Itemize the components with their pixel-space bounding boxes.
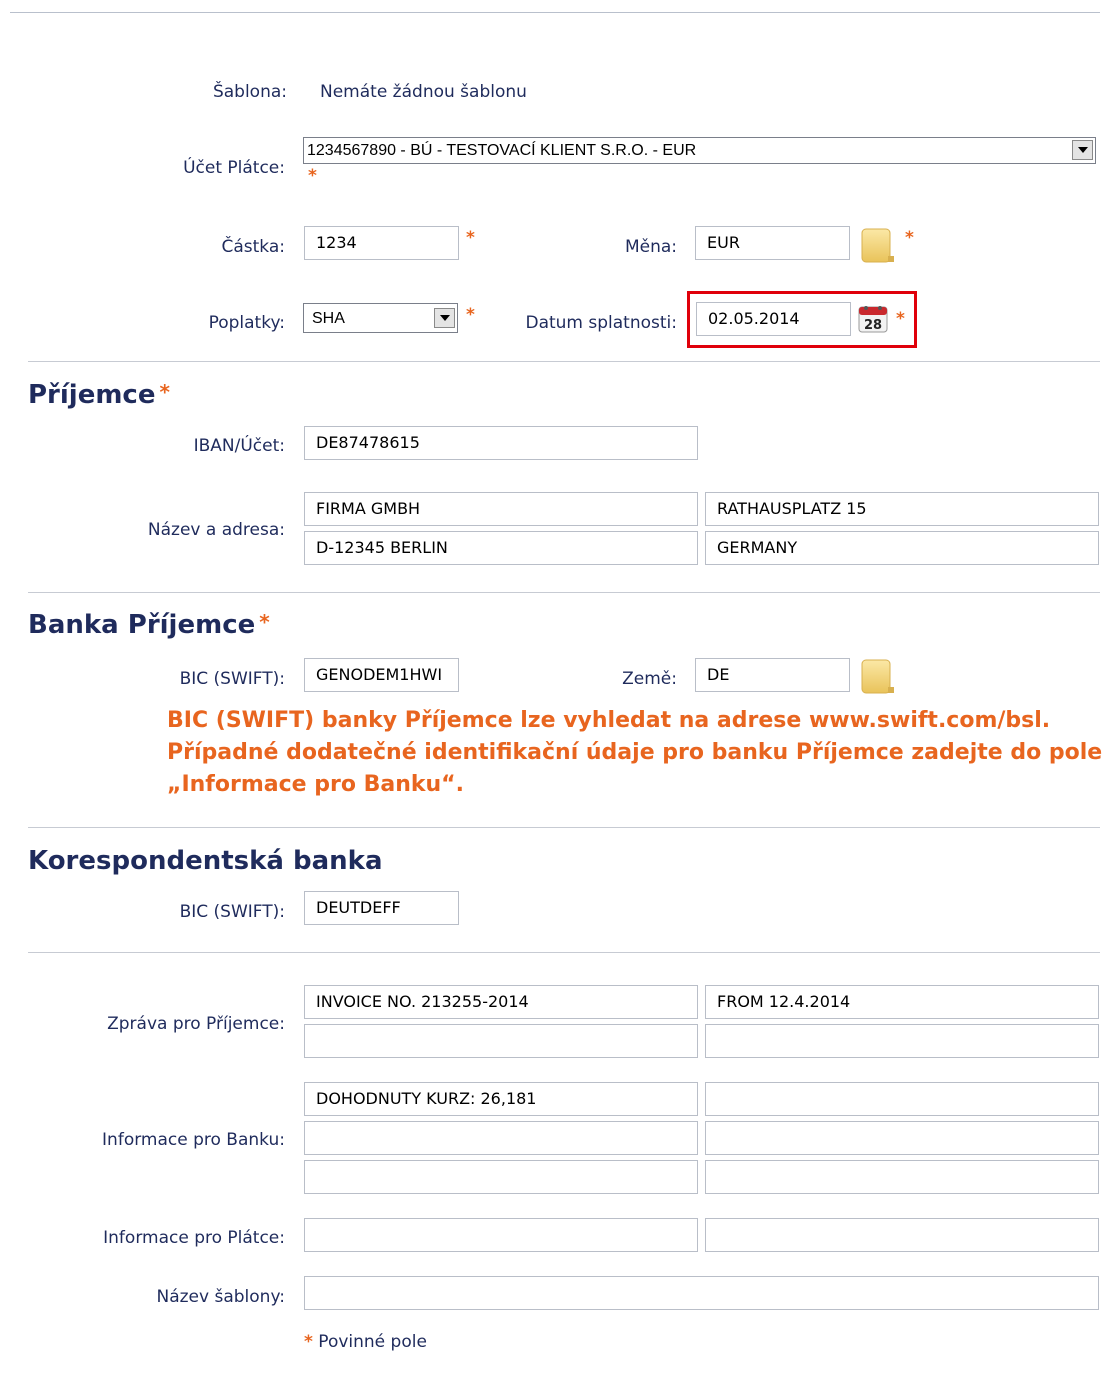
payer-account-selected: 1234567890 - BÚ - TESTOVACÍ KLIENT S.R.O… <box>307 142 697 159</box>
recipient-heading: Příjemce * <box>28 380 170 410</box>
template-name-label: Název šablony: <box>156 1287 286 1307</box>
chevron-down-icon[interactable] <box>434 308 455 328</box>
template-value: Nemáte žádnou šablonu <box>320 82 527 102</box>
bank-info-input-3b[interactable] <box>705 1160 1099 1194</box>
bic-note-line3: „Informace pro Banku“. <box>167 772 464 797</box>
recipient-bic-input[interactable]: GENODEM1HWI <box>304 658 459 692</box>
payer-info-label: Informace pro Plátce: <box>103 1228 285 1248</box>
recipient-message-label: Zpráva pro Příjemce: <box>107 1014 285 1034</box>
payer-info-input-a[interactable] <box>304 1218 698 1252</box>
recipient-message-input-1a[interactable]: INVOICE NO. 213255-2014 <box>304 985 698 1019</box>
name-address-label: Název a adresa: <box>147 520 285 540</box>
due-date-label: Datum splatnosti: <box>525 313 677 333</box>
recipient-name-input[interactable]: FIRMA GMBH <box>304 492 698 526</box>
fees-selected: SHA <box>312 310 345 327</box>
recipient-bank-heading: Banka Příjemce * <box>28 610 270 640</box>
iban-label: IBAN/Účet: <box>193 436 285 456</box>
currency-input[interactable]: EUR <box>695 226 850 260</box>
bank-info-input-1a[interactable]: DOHODNUTY KURZ: 26,181 <box>304 1082 698 1116</box>
folder-icon[interactable] <box>860 657 896 695</box>
required-note: * Povinné pole <box>304 1332 427 1352</box>
divider <box>28 592 1100 593</box>
recipient-message-input-2b[interactable] <box>705 1024 1099 1058</box>
bic-note: BIC (SWIFT) banky Příjemce lze vyhledat … <box>167 705 1102 801</box>
iban-input[interactable]: DE87478615 <box>304 426 698 460</box>
required-mark: * <box>896 309 905 329</box>
bic-note-line2: Případné dodatečné identifikační údaje p… <box>167 740 1103 765</box>
amount-input[interactable]: 1234 <box>304 226 459 260</box>
template-label: Šablona: <box>212 82 287 102</box>
bank-info-input-2b[interactable] <box>705 1121 1099 1155</box>
currency-label: Měna: <box>624 237 677 257</box>
payer-info-input-b[interactable] <box>705 1218 1099 1252</box>
recipient-message-input-1b[interactable]: FROM 12.4.2014 <box>705 985 1099 1019</box>
bank-info-label: Informace pro Banku: <box>102 1130 285 1150</box>
chevron-down-icon[interactable] <box>1072 140 1093 160</box>
recipient-name-line2-input[interactable]: D-12345 BERLIN <box>304 531 698 565</box>
due-date-input[interactable]: 02.05.2014 <box>696 302 851 336</box>
required-mark: * <box>308 166 317 186</box>
country-label: Země: <box>622 669 677 689</box>
folder-icon[interactable] <box>860 226 896 264</box>
bank-info-input-3a[interactable] <box>304 1160 698 1194</box>
template-name-input[interactable] <box>304 1276 1099 1310</box>
calendar-day: 28 <box>864 318 882 333</box>
divider <box>28 952 1100 953</box>
correspondent-bic-input[interactable]: DEUTDEFF <box>304 891 459 925</box>
bic-note-line1: BIC (SWIFT) banky Příjemce lze vyhledat … <box>167 708 1051 733</box>
bank-info-input-1b[interactable] <box>705 1082 1099 1116</box>
correspondent-bank-heading: Korespondentská banka <box>28 846 383 876</box>
calendar-icon[interactable]: 28 <box>857 304 889 334</box>
bic-label: BIC (SWIFT): <box>179 669 285 689</box>
amount-label: Částka: <box>221 237 285 257</box>
divider <box>28 827 1100 828</box>
bank-info-input-2a[interactable] <box>304 1121 698 1155</box>
payer-account-select[interactable]: 1234567890 - BÚ - TESTOVACÍ KLIENT S.R.O… <box>303 137 1096 164</box>
required-mark: * <box>905 228 914 248</box>
fees-label: Poplatky: <box>208 313 285 333</box>
top-divider <box>10 12 1100 13</box>
payer-account-label: Účet Plátce: <box>183 158 285 178</box>
required-mark: * <box>466 228 475 248</box>
divider <box>28 361 1100 362</box>
correspondent-bic-label: BIC (SWIFT): <box>179 902 285 922</box>
recipient-address-input[interactable]: RATHAUSPLATZ 15 <box>705 492 1099 526</box>
required-mark: * <box>466 305 475 325</box>
recipient-address-line2-input[interactable]: GERMANY <box>705 531 1099 565</box>
recipient-message-input-2a[interactable] <box>304 1024 698 1058</box>
country-input[interactable]: DE <box>695 658 850 692</box>
fees-select[interactable]: SHA <box>303 303 458 333</box>
